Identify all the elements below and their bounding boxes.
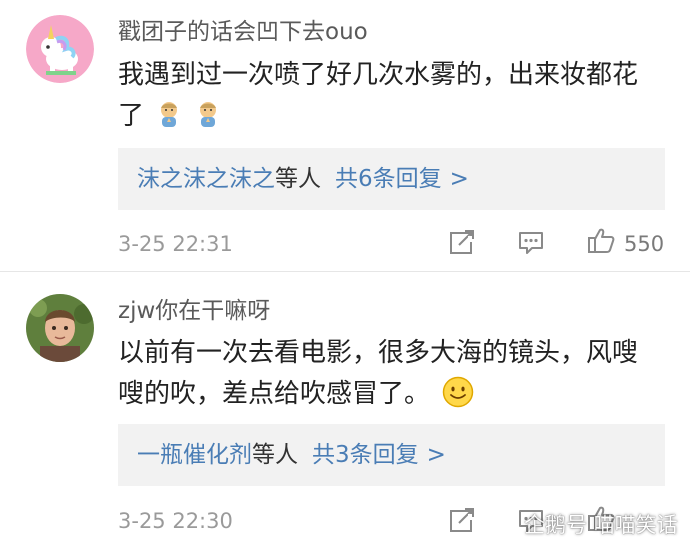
reply-user-names[interactable]: 一瓶催化剂 (137, 442, 252, 468)
comment-item: 戳团子的话会凹下去ouo 我遇到过一次喷了好几次水雾的，出来妆都花了 沫之沫之沫… (0, 0, 690, 272)
reply-user-names[interactable]: 沫之沫之沫之 (137, 166, 275, 192)
comment-item: zjw你在干嘛呀 以前有一次去看电影，很多大海的镜头，风嗖嗖的吹，差点给吹感冒了… (0, 272, 690, 546)
praying-baby-emoji-icon (156, 100, 182, 143)
chevron-right-icon: > (449, 166, 469, 192)
watermark-text: 企鹅号 喵喵笑话 (524, 513, 678, 537)
boy-portrait-avatar-image (26, 294, 94, 362)
share-icon[interactable] (448, 506, 476, 534)
praying-baby-emoji-icon (195, 100, 221, 143)
reply-icon[interactable] (517, 228, 545, 256)
comment-body: 以前有一次去看电影，很多大海的镜头，风嗖嗖的吹，差点给吹感冒了。 (118, 338, 639, 409)
username[interactable]: zjw你在干嘛呀 (118, 296, 270, 326)
replies-summary[interactable]: 一瓶催化剂等人 共3条回复 > (118, 424, 665, 486)
reply-etc-label: 等人 (275, 166, 321, 192)
reply-etc-label: 等人 (252, 442, 298, 468)
reply-count[interactable]: 共6条回复 (335, 166, 442, 192)
comment-feed: 戳团子的话会凹下去ouo 我遇到过一次喷了好几次水雾的，出来妆都花了 沫之沫之沫… (0, 0, 690, 546)
timestamp: 3-25 22:30 (118, 509, 233, 533)
chevron-right-icon: > (426, 442, 446, 468)
like-count: 550 (624, 232, 665, 256)
replies-summary[interactable]: 沫之沫之沫之等人 共6条回复 > (118, 148, 665, 210)
comment-text: 我遇到过一次喷了好几次水雾的，出来妆都花了 (118, 55, 658, 143)
avatar[interactable] (26, 294, 94, 362)
watermark: 企鹅号 喵喵笑话 (496, 509, 678, 539)
avatar[interactable] (26, 15, 94, 83)
username[interactable]: 戳团子的话会凹下去ouo (118, 17, 368, 47)
smile-emoji-icon (442, 376, 474, 421)
timestamp: 3-25 22:31 (118, 232, 233, 256)
thumbs-up-icon[interactable] (587, 226, 615, 254)
comment-text: 以前有一次去看电影，很多大海的镜头，风嗖嗖的吹，差点给吹感冒了。 (118, 333, 658, 421)
share-icon[interactable] (448, 228, 476, 256)
reply-count[interactable]: 共3条回复 (312, 442, 419, 468)
unicorn-avatar-image (26, 15, 94, 83)
penguin-logo-icon (498, 519, 516, 535)
